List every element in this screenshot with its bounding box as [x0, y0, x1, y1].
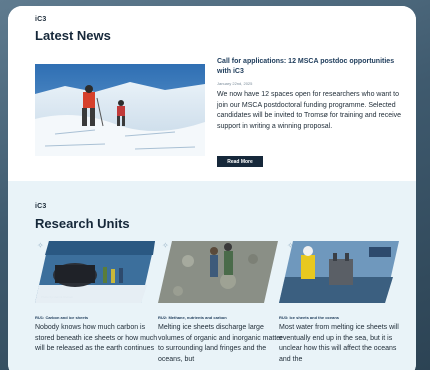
content-card: iC3 Latest News Call for applications: 1…	[8, 6, 416, 370]
units-heading: Research Units	[35, 216, 130, 231]
article-date: January 22nd, 2025	[217, 81, 253, 86]
article-body: We now have 12 spaces open for researche…	[217, 91, 402, 130]
drilling-equipment-photo	[35, 241, 155, 303]
research-unit-2-label[interactable]: RU2: Methane, nutrients and carbon	[158, 315, 278, 320]
ocean-sampling-photo	[279, 241, 399, 303]
research-units-section: iC3 Research Units ✧ Photo by Henrik Nie…	[8, 181, 416, 370]
news-kicker: iC3	[35, 16, 47, 23]
research-unit-1-image[interactable]: Photo by Henrik Nielsen	[35, 241, 155, 303]
read-more-button[interactable]: Read More	[217, 156, 263, 167]
research-unit-1-label[interactable]: RU1: Carbon and ice sheets	[35, 315, 155, 320]
photo-credit: Photo by Henrik Nielsen	[41, 295, 74, 299]
news-heading: Latest News	[35, 28, 111, 43]
latest-news-section: iC3 Latest News Call for applications: 1…	[8, 6, 416, 181]
research-unit-2-image[interactable]	[158, 241, 278, 303]
research-unit-3-desc: Most water from melting ice sheets will …	[279, 324, 399, 363]
article-title[interactable]: Call for applications: 12 MSCA postdoc o…	[217, 57, 407, 77]
research-unit-3-label[interactable]: RU3: Ice sheets and the oceans	[279, 315, 399, 320]
news-hero-image[interactable]	[35, 64, 205, 156]
glacier-hikers-photo	[35, 64, 205, 156]
research-unit-1-desc: Nobody knows how much carbon is stored b…	[35, 324, 158, 352]
research-unit-2-desc: Melting ice sheets discharge large volum…	[158, 324, 283, 363]
units-kicker: iC3	[35, 203, 47, 210]
research-unit-3-image[interactable]	[279, 241, 399, 303]
field-researchers-photo	[158, 241, 278, 303]
